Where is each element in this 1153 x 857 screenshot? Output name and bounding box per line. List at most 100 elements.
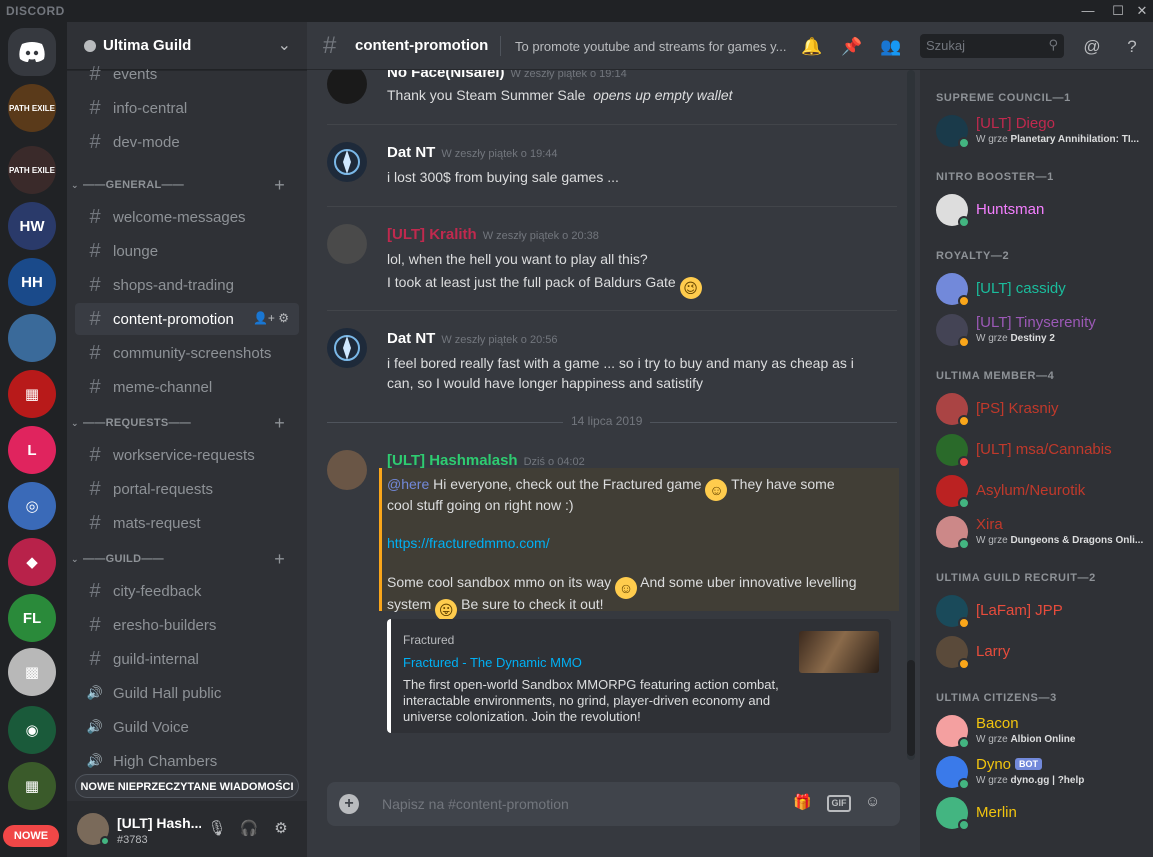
gear-icon[interactable]: ⚙ (270, 819, 292, 841)
message-author[interactable]: Dat NT W zeszły piątek o 19:44 (387, 144, 558, 161)
message-link[interactable]: https://fracturedmmo.com/ (387, 532, 867, 554)
channel-community-screenshots[interactable]: # community-screenshots (75, 337, 299, 369)
server-icon[interactable]: ◆ (8, 538, 56, 586)
new-servers-badge[interactable]: NOWE (3, 825, 59, 847)
mention[interactable]: @here (387, 476, 429, 492)
invite-icon[interactable]: 👤+ ⚙ (253, 311, 289, 325)
gif-button[interactable]: GIF (827, 795, 851, 812)
message-composer[interactable]: + Napisz na #content-promotion 🎁 GIF ☺ (327, 782, 900, 826)
gift-icon[interactable]: 🎁 (793, 793, 812, 815)
message-author[interactable]: Dat NT W zeszły piątek o 20:56 (387, 330, 558, 347)
headphones-icon[interactable]: 🎧 (238, 819, 260, 841)
message-author[interactable]: [ULT] Hashmalash Dziś o 04:02 (387, 452, 585, 469)
message-input[interactable]: Napisz na #content-promotion (382, 796, 569, 812)
mention-icon[interactable]: @ (1081, 36, 1103, 58)
server-icon[interactable]: HH (8, 258, 56, 306)
server-icon[interactable]: ◎ (8, 482, 56, 530)
channel-info-central[interactable]: # info-central (75, 92, 299, 124)
channel-workservice-requests[interactable]: # workservice-requests (75, 439, 299, 471)
channel-welcome-messages[interactable]: # welcome-messages (75, 201, 299, 233)
pin-icon[interactable]: 📌 (841, 36, 863, 58)
server-icon[interactable]: L (8, 426, 56, 474)
server-icon[interactable]: ▦ (8, 370, 56, 418)
add-channel-icon[interactable]: + (274, 413, 285, 433)
emoji-picker-icon[interactable]: ☺ (865, 793, 880, 815)
scrollbar-thumb[interactable] (907, 660, 915, 756)
message-author[interactable]: [ULT] Kralith W zeszły piątek o 20:38 (387, 226, 599, 243)
scrollbar[interactable] (907, 70, 915, 760)
server-icon[interactable]: PATH EXILE (8, 146, 56, 194)
category-label: ——GENERAL—— (83, 179, 185, 191)
search-input[interactable]: Szukaj ⚲ (920, 34, 1064, 58)
member-item[interactable]: [LaFam] JPP (928, 590, 1150, 632)
channel-eresho-builders[interactable]: # eresho-builders (75, 609, 299, 641)
channel-mats-request[interactable]: # mats-request (75, 507, 299, 539)
category-header[interactable]: ⌄ ——GENERAL—— + (71, 175, 297, 195)
member-item[interactable]: Huntsman (928, 189, 1150, 231)
channel-label: portal-requests (113, 480, 214, 498)
channel-city-feedback[interactable]: # city-feedback (75, 575, 299, 607)
message-divider (327, 206, 897, 207)
member-item[interactable]: [ULT] Diego W grze Planetary Annihilation… (928, 110, 1150, 152)
category-header[interactable]: ⌄ ——REQUESTS—— + (71, 413, 297, 433)
avatar[interactable] (327, 328, 367, 368)
member-item[interactable]: Merlin (928, 792, 1150, 834)
embed-title[interactable]: Fractured - The Dynamic MMO (403, 655, 582, 670)
server-icon[interactable]: HW (8, 202, 56, 250)
status-indicator (958, 336, 970, 348)
bell-icon[interactable]: 🔔 (801, 36, 823, 58)
server-icon[interactable] (8, 314, 56, 362)
channel-guild-internal[interactable]: # guild-internal (75, 643, 299, 675)
channel-dev-mode[interactable]: # dev-mode (75, 126, 299, 158)
avatar[interactable] (327, 224, 367, 264)
server-icon[interactable]: ▩ (8, 648, 56, 696)
channel-content-promotion[interactable]: # content-promotion 👤+ ⚙ (75, 303, 299, 335)
home-button[interactable] (8, 28, 56, 76)
channel-high-chambers[interactable]: 🔊 High Chambers (75, 745, 299, 777)
category-header[interactable]: ⌄ ——GUILD—— + (71, 549, 297, 569)
help-icon[interactable]: ? (1121, 36, 1143, 58)
member-item[interactable]: Asylum/Neurotik (928, 470, 1150, 512)
channel-guild-hall-public[interactable]: 🔊 Guild Hall public (75, 677, 299, 709)
member-item[interactable]: Dyno BOT W grze dyno.gg | ?help (928, 751, 1150, 793)
member-item[interactable]: [PS] Krasniy (928, 388, 1150, 430)
member-item[interactable]: [ULT] msa/Cannabis (928, 429, 1150, 471)
member-activity: W grze Destiny 2 (976, 333, 1055, 344)
minimize-button[interactable]: — (1076, 2, 1100, 20)
member-item[interactable]: Larry (928, 631, 1150, 673)
member-item[interactable]: Xira W grze Dungeons & Dragons Onli... (928, 511, 1150, 553)
close-button[interactable]: ✕ (1130, 2, 1153, 20)
channel-lounge[interactable]: # lounge (75, 235, 299, 267)
server-icon[interactable]: ◉ (8, 706, 56, 754)
add-attachment-icon[interactable]: + (339, 794, 359, 814)
channel-label: Guild Hall public (113, 684, 222, 702)
member-item[interactable]: Bacon W grze Albion Online (928, 710, 1150, 752)
add-channel-icon[interactable]: + (274, 549, 285, 569)
members-icon[interactable]: 👥 (880, 36, 902, 58)
server-icon[interactable]: PATH EXILE (8, 84, 56, 132)
member-name: [ULT] msa/Cannabis (976, 441, 1112, 458)
channel-portal-requests[interactable]: # portal-requests (75, 473, 299, 505)
add-channel-icon[interactable]: + (274, 175, 285, 195)
server-icon[interactable]: FL (8, 594, 56, 642)
channel-events[interactable]: # events (75, 58, 299, 90)
chevron-down-icon: ⌄ (71, 417, 79, 428)
role-header: ULTIMA MEMBER—4 (936, 370, 1055, 382)
channel-topic[interactable]: To promote youtube and streams for games… (515, 39, 795, 54)
channel-meme-channel[interactable]: # meme-channel (75, 371, 299, 403)
channel-shops-and-trading[interactable]: # shops-and-trading (75, 269, 299, 301)
message-author[interactable]: No Face(Nisafel) W zeszły piątek o 19:14 (387, 70, 627, 81)
status-indicator (958, 456, 970, 468)
member-item[interactable]: [ULT] Tinyserenity W grze Destiny 2 (928, 309, 1150, 351)
avatar[interactable] (327, 450, 367, 490)
unread-messages-bar[interactable]: NOWE NIEPRZECZYTANE WIADOMOŚCI (75, 774, 299, 798)
microphone-icon[interactable]: 🎙 (206, 819, 228, 841)
avatar[interactable] (327, 142, 367, 182)
server-icon[interactable]: ▦ (8, 762, 56, 810)
embed-thumbnail[interactable] (799, 631, 879, 673)
channel-guild-voice[interactable]: 🔊 Guild Voice (75, 711, 299, 743)
avatar[interactable] (327, 70, 367, 104)
maximize-button[interactable]: ☐ (1106, 2, 1130, 20)
member-item[interactable]: [ULT] cassidy (928, 268, 1150, 310)
channel-label: workservice-requests (113, 446, 255, 464)
